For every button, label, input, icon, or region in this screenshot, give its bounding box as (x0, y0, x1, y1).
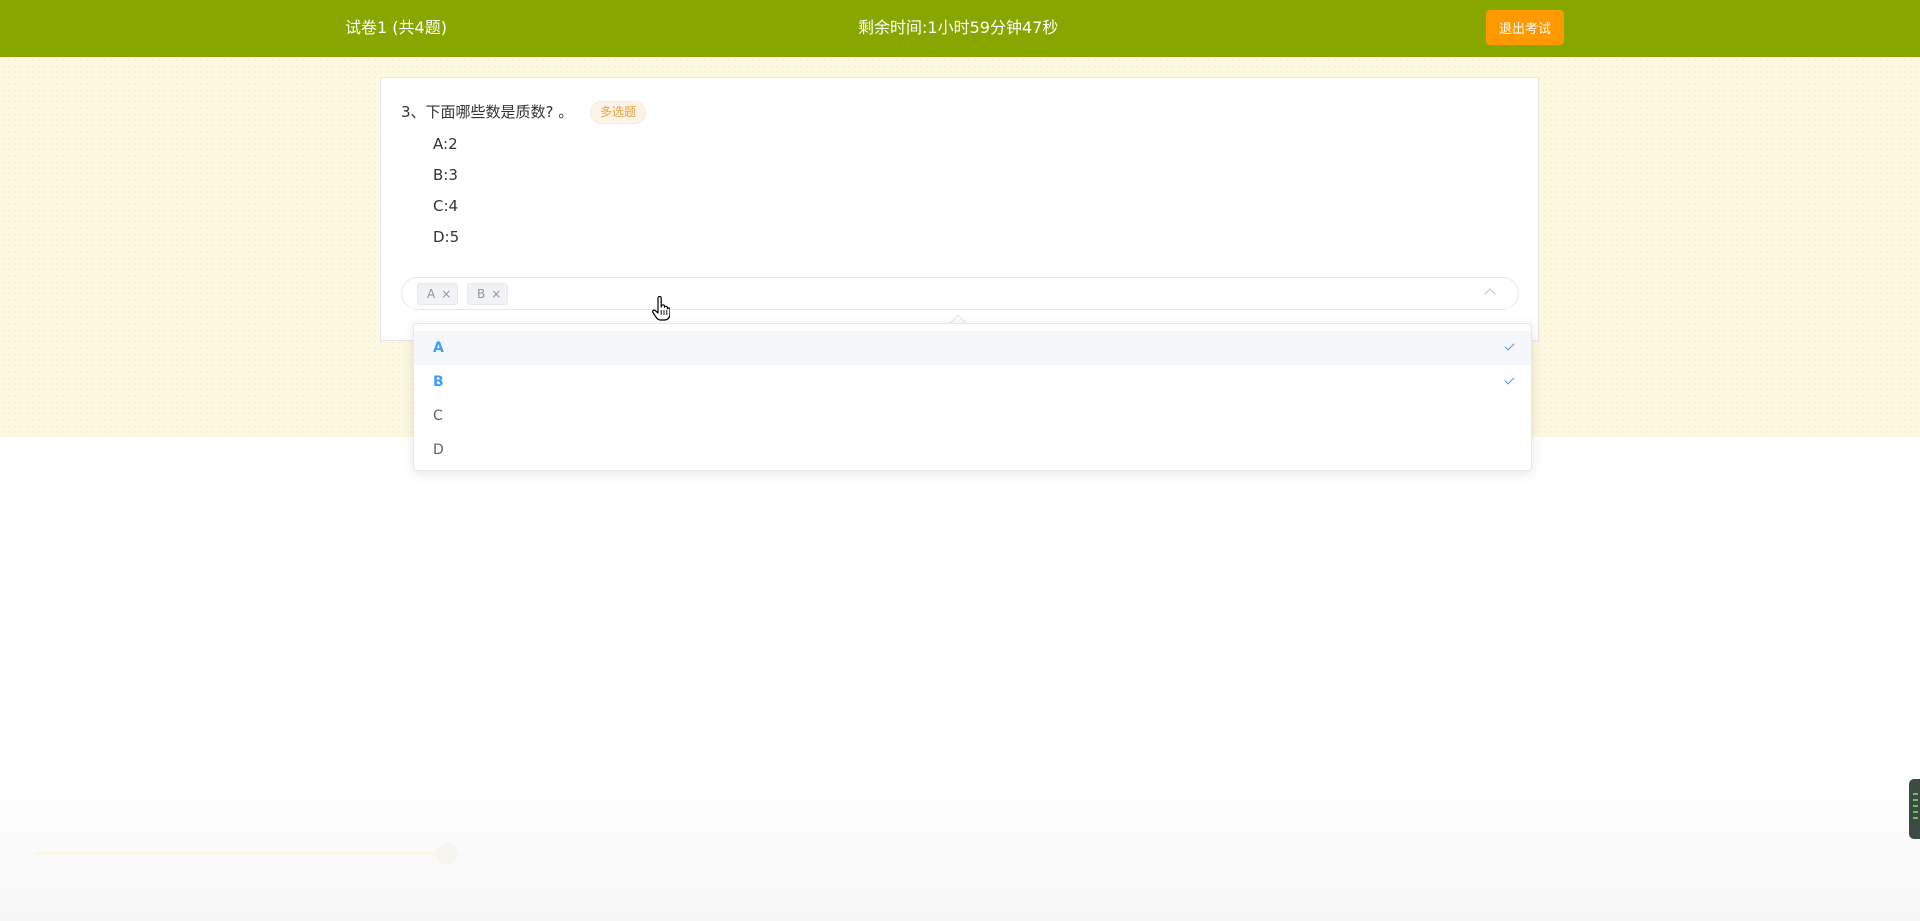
answer-multi-select[interactable]: A × B × (401, 277, 1519, 310)
tag-close-icon[interactable]: × (441, 287, 451, 301)
option-a: A:2 (433, 134, 458, 154)
exit-exam-button[interactable]: 退出考试 (1486, 10, 1564, 45)
dropdown-item-label: B (433, 374, 444, 390)
check-icon (1504, 340, 1515, 351)
option-value: 4 (448, 197, 459, 215)
option-d: D:5 (433, 227, 459, 247)
top-bar: 试卷1 (共4题) 剩余时间:1小时59分钟47秒 退出考试 (0, 0, 1920, 57)
footer-area (0, 770, 1920, 921)
selected-tag-b: B × (467, 283, 509, 305)
option-letter: B: (433, 166, 449, 184)
question-type-badge: 多选题 (590, 101, 647, 124)
option-value: 3 (448, 166, 458, 184)
tag-label: B (477, 287, 486, 301)
hand-pointer-icon (652, 296, 670, 321)
timer-value: 1小时59分钟47秒 (927, 18, 1059, 37)
dropdown-item-c[interactable]: C (414, 399, 1531, 433)
select-dropdown: A B C D (413, 323, 1532, 471)
dropdown-item-b[interactable]: B (414, 365, 1531, 399)
selected-tag-a: A × (417, 283, 459, 305)
paper-title: 试卷1 (共4题) (345, 18, 447, 37)
footer-slider-knob[interactable] (436, 843, 458, 865)
option-letter: A: (433, 135, 449, 153)
remaining-time: 剩余时间:1小时59分钟47秒 (858, 17, 1058, 39)
option-value: 5 (449, 228, 460, 246)
footer-slider-track (36, 852, 441, 855)
question-card: 3、下面哪些数是质数? 。 多选题 A:2 B:3 C:4 D:5 A × B × (380, 77, 1539, 341)
option-letter: C: (433, 197, 449, 215)
tag-label: A (427, 287, 436, 301)
timer-label: 剩余时间: (858, 18, 928, 37)
dropdown-item-label: D (433, 442, 444, 458)
dropdown-item-label: C (433, 408, 443, 424)
option-letter: D: (433, 228, 450, 246)
question-number: 3、 (401, 103, 426, 121)
question-line: 3、下面哪些数是质数? 。 (401, 101, 573, 123)
dropdown-item-label: A (433, 340, 444, 356)
option-b: B:3 (433, 165, 458, 185)
dropdown-item-a[interactable]: A (414, 331, 1531, 365)
option-value: 2 (448, 135, 458, 153)
chevron-up-icon[interactable] (1484, 288, 1496, 300)
dropdown-item-d[interactable]: D (414, 433, 1531, 467)
question-text: 下面哪些数是质数? 。 (425, 103, 574, 121)
exam-page: 试卷1 (共4题) 剩余时间:1小时59分钟47秒 退出考试 3、下面哪些数是质… (0, 0, 1920, 921)
tag-close-icon[interactable]: × (491, 287, 501, 301)
side-widget-handle[interactable] (1909, 779, 1920, 839)
option-c: C:4 (433, 196, 458, 216)
check-icon (1504, 374, 1515, 385)
